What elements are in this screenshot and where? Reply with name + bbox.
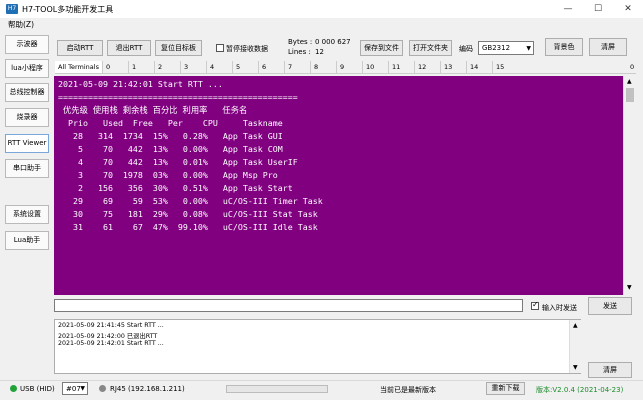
send-on-input-checkbox[interactable] bbox=[531, 300, 539, 310]
close-icon[interactable]: ✕ bbox=[613, 0, 643, 18]
sidebar-item-system-settings[interactable]: 系统设置 bbox=[5, 205, 49, 224]
port-select[interactable]: #07 ▼ bbox=[62, 382, 88, 395]
terminal-line: 优先级 使用栈 剩余栈 百分比 利用率 任务名 bbox=[58, 105, 248, 115]
terminal-tabs: All Terminals 0 1 2 3 4 5 6 7 8 9 10 11 … bbox=[55, 61, 636, 74]
version-status-message: 当前已是最新版本 bbox=[380, 386, 436, 394]
tab-1[interactable]: 1 bbox=[128, 61, 154, 73]
terminal-line: 28 314 1734 15% 0.28% App Task GUI bbox=[58, 131, 283, 141]
log-line: 2021-05-09 21:42:00 已退出RTT bbox=[58, 333, 158, 340]
port-value: #07 bbox=[66, 385, 81, 393]
tab-14[interactable]: 14 bbox=[466, 61, 492, 73]
lines-label: Lines : bbox=[288, 48, 311, 56]
tab-7[interactable]: 7 bbox=[284, 61, 310, 73]
tab-6[interactable]: 6 bbox=[258, 61, 284, 73]
app-icon: H7 bbox=[6, 4, 18, 14]
scroll-down-icon[interactable]: ▼ bbox=[627, 284, 632, 291]
exit-rtt-button[interactable]: 退出RTT bbox=[107, 40, 151, 56]
encoding-label: 编码 bbox=[459, 45, 473, 53]
sidebar-item-serial-assistant[interactable]: 串口助手 bbox=[5, 159, 49, 178]
save-to-file-button[interactable]: 保存到文件 bbox=[360, 40, 403, 56]
terminal-line: Prio Used Free Per CPU Taskname bbox=[58, 118, 283, 128]
maximize-icon[interactable]: ☐ bbox=[583, 0, 613, 18]
scroll-down-icon[interactable]: ▼ bbox=[573, 364, 578, 371]
progress-bar bbox=[226, 385, 328, 393]
sidebar-item-bus-controller[interactable]: 总线控制器 bbox=[5, 83, 49, 102]
rj45-status-icon bbox=[99, 385, 106, 392]
sidebar-item-programmer[interactable]: 烧录器 bbox=[5, 108, 49, 127]
clear-screen-button[interactable]: 清屏 bbox=[589, 38, 627, 56]
open-folder-button[interactable]: 打开文件夹 bbox=[409, 40, 452, 56]
tab-10[interactable]: 10 bbox=[362, 61, 388, 73]
tab-8[interactable]: 8 bbox=[310, 61, 336, 73]
scroll-up-icon[interactable]: ▲ bbox=[627, 78, 632, 85]
lines-value: 12 bbox=[315, 48, 324, 56]
tab-3[interactable]: 3 bbox=[180, 61, 206, 73]
chevron-down-icon: ▼ bbox=[526, 45, 531, 52]
tab-right-indicator: 0 bbox=[630, 63, 635, 71]
menu-help[interactable]: 帮助(Z) bbox=[8, 19, 34, 30]
tab-5[interactable]: 5 bbox=[232, 61, 258, 73]
usb-status-label: USB (HID) bbox=[20, 385, 55, 393]
sidebar-item-rtt-viewer[interactable]: RTT Viewer bbox=[5, 134, 49, 153]
menu-bar bbox=[0, 18, 643, 30]
send-button[interactable]: 发送 bbox=[588, 297, 632, 315]
tab-11[interactable]: 11 bbox=[388, 61, 414, 73]
terminal-line: 31 61 67 47% 99.10% uC/OS-III Idle Task bbox=[58, 222, 318, 232]
sidebar-item-oscilloscope[interactable]: 示波器 bbox=[5, 35, 49, 54]
terminal-line: 2021-05-09 21:42:01 Start RTT ... bbox=[58, 79, 223, 89]
terminal-line: 30 75 181 29% 0.08% uC/OS-III Stat Task bbox=[58, 209, 318, 219]
tab-13[interactable]: 13 bbox=[440, 61, 466, 73]
log-scrollbar[interactable]: ▲ ▼ bbox=[569, 320, 581, 373]
terminal-line: 3 70 1978 03% 0.00% App Msp Pro bbox=[58, 170, 278, 180]
log-line: 2021-05-09 21:41:45 Start RTT ... bbox=[58, 322, 164, 329]
terminal-scrollbar[interactable]: ▲ ▼ bbox=[623, 76, 636, 295]
scrollbar-thumb[interactable] bbox=[626, 88, 634, 102]
terminal-line: ========================================… bbox=[58, 92, 298, 102]
terminal-line: 4 70 442 13% 0.01% App Task UserIF bbox=[58, 157, 298, 167]
tab-12[interactable]: 12 bbox=[414, 61, 440, 73]
tab-9[interactable]: 9 bbox=[336, 61, 362, 73]
redownload-button[interactable]: 重新下载 bbox=[486, 382, 525, 395]
tab-4[interactable]: 4 bbox=[206, 61, 232, 73]
bytes-value: 0 000 627 bbox=[315, 38, 351, 46]
tab-2[interactable]: 2 bbox=[154, 61, 180, 73]
log-line: 2021-05-09 21:42:01 Start RTT ... bbox=[58, 340, 164, 347]
terminal-line: 29 69 59 53% 0.00% uC/OS-III Timer Task bbox=[58, 196, 323, 206]
log-output[interactable]: 2021-05-09 21:41:45 Start RTT ... 2021-0… bbox=[54, 319, 581, 374]
version-label: 版本:V2.0.4 (2021-04-23) bbox=[536, 386, 624, 394]
rtt-terminal-output[interactable]: 2021-05-09 21:42:01 Start RTT ... ======… bbox=[54, 76, 623, 295]
terminal-line: 5 70 442 13% 0.00% App Task COM bbox=[58, 144, 283, 154]
sidebar-item-lua-assistant[interactable]: Lua助手 bbox=[5, 231, 49, 250]
bytes-label: Bytes : bbox=[288, 38, 313, 46]
tab-all-terminals[interactable]: All Terminals bbox=[55, 61, 102, 73]
tab-15[interactable]: 15 bbox=[492, 61, 518, 73]
terminal-line: 2 156 356 30% 0.51% App Task Start bbox=[58, 183, 293, 193]
reset-target-button[interactable]: 复位目标板 bbox=[155, 40, 202, 56]
window-title: H7-TOOL多功能开发工具 bbox=[22, 5, 114, 14]
encoding-select[interactable]: GB2312 ▼ bbox=[478, 41, 534, 55]
sidebar-item-lua-program[interactable]: lua小程序 bbox=[5, 59, 49, 78]
scroll-up-icon[interactable]: ▲ bbox=[573, 322, 578, 329]
usb-status-icon bbox=[10, 385, 17, 392]
send-input[interactable] bbox=[54, 299, 523, 312]
pause-receive-label: 暂停接收数据 bbox=[226, 45, 268, 53]
chevron-down-icon: ▼ bbox=[80, 385, 85, 392]
log-clear-button[interactable]: 清屏 bbox=[588, 362, 632, 378]
start-rtt-button[interactable]: 启动RTT bbox=[57, 40, 103, 56]
encoding-value: GB2312 bbox=[482, 44, 511, 52]
pause-receive-checkbox[interactable] bbox=[216, 44, 224, 52]
send-on-input-label: 输入时发送 bbox=[542, 304, 577, 312]
tab-0[interactable]: 0 bbox=[102, 61, 128, 73]
rj45-status-label: RJ45 (192.168.1.211) bbox=[110, 385, 185, 393]
minimize-icon[interactable]: — bbox=[553, 0, 583, 18]
background-color-button[interactable]: 背景色 bbox=[545, 38, 583, 56]
